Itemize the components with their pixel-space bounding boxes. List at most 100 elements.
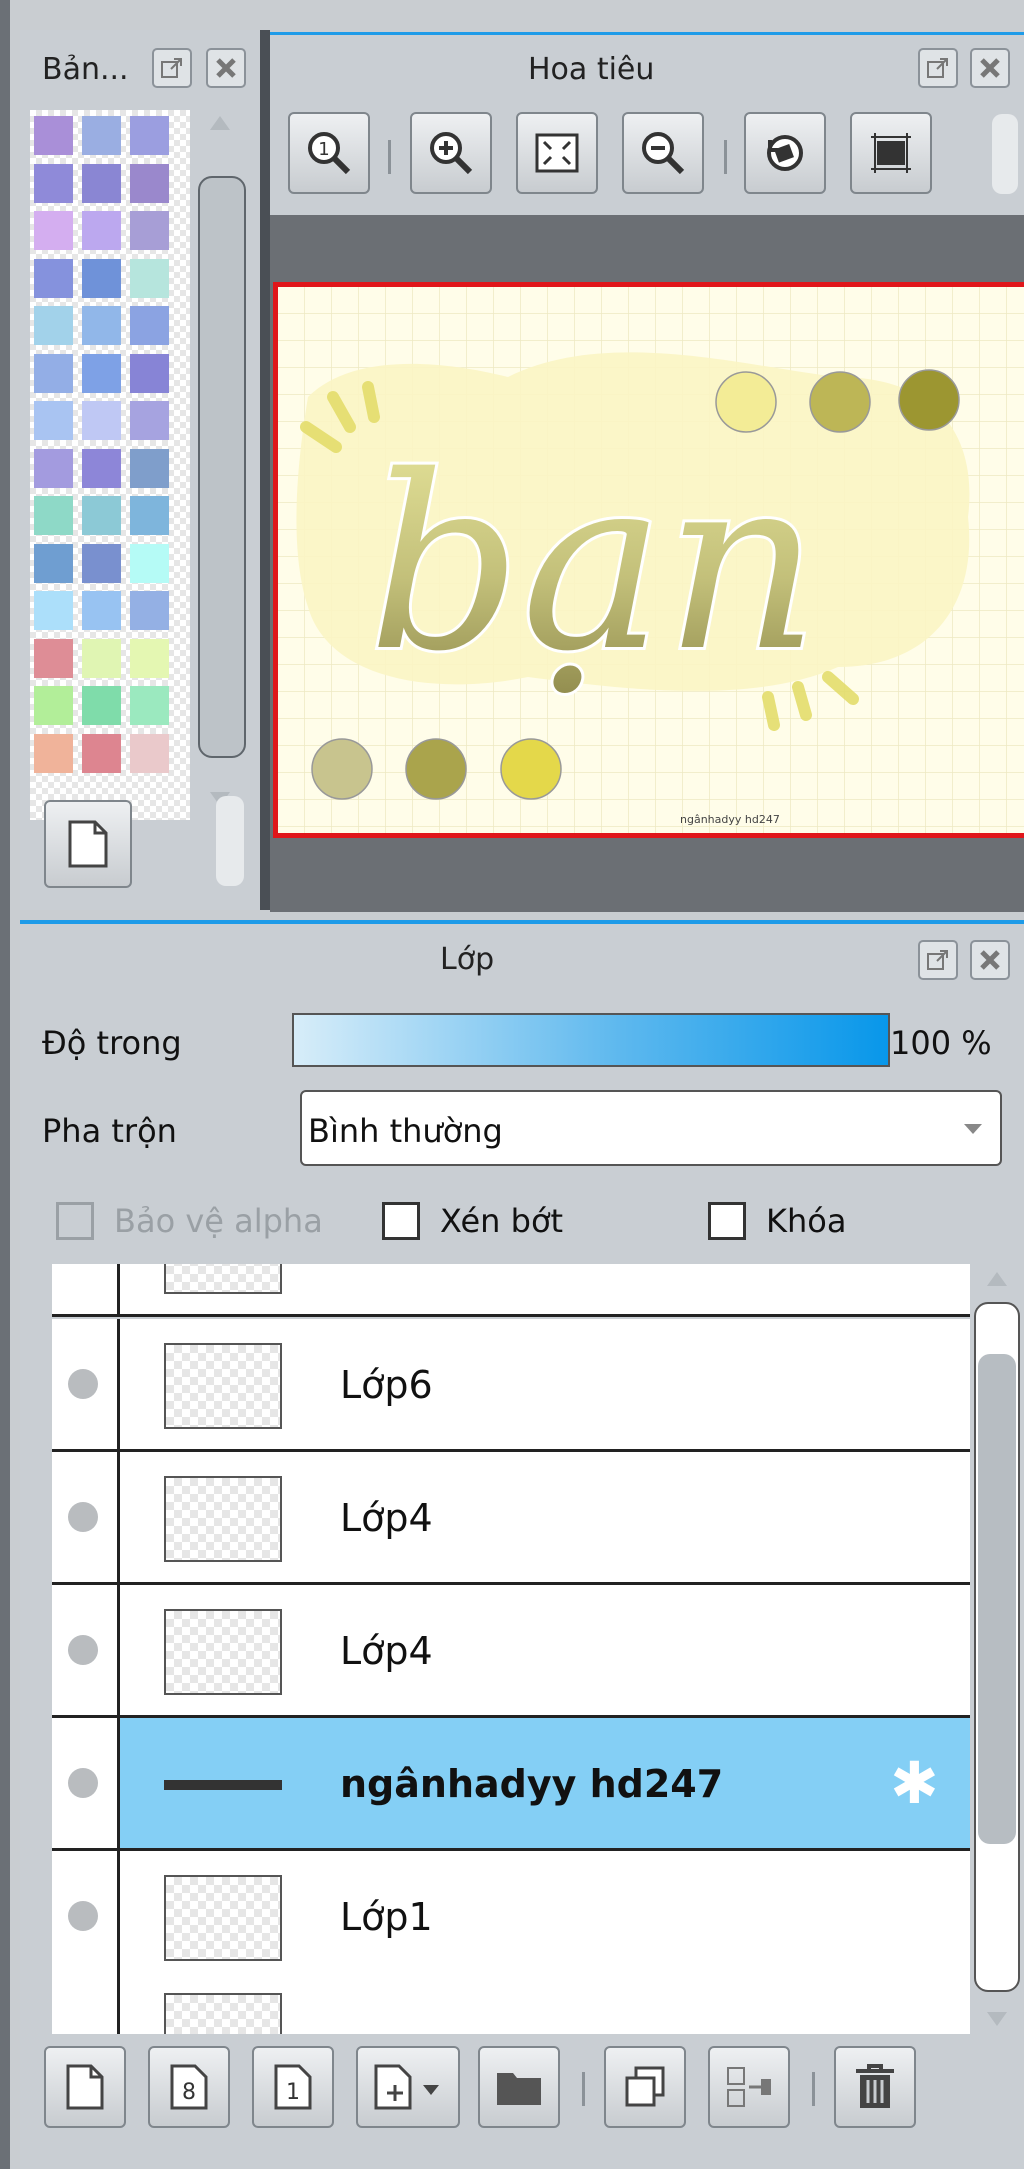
palette-swatch[interactable] [34, 306, 73, 345]
palette-swatch[interactable] [130, 638, 169, 678]
layer-row[interactable]: Lớp1 [52, 1851, 970, 1984]
palette-close-button[interactable] [206, 48, 246, 88]
palette-swatch[interactable] [82, 686, 121, 725]
navigator-close-button[interactable] [970, 48, 1010, 88]
palette-swatch[interactable] [34, 401, 73, 440]
palette-swatch[interactable] [34, 591, 73, 630]
palette-swatch[interactable] [82, 591, 121, 630]
new-layer-icon[interactable] [44, 2046, 126, 2128]
palette-swatch[interactable] [34, 353, 73, 393]
new-folder-icon[interactable] [478, 2046, 560, 2128]
scroll-up-arrow-icon[interactable] [210, 116, 230, 130]
palette-swatch[interactable] [130, 686, 169, 725]
palette-swatch[interactable] [130, 543, 169, 583]
palette-swatch[interactable] [34, 116, 73, 155]
palette-swatch[interactable] [130, 401, 169, 440]
palette-swatch[interactable] [82, 733, 121, 773]
merge-down-icon[interactable] [708, 2046, 790, 2128]
visibility-toggle-icon[interactable] [68, 1901, 98, 1931]
palette-new-button[interactable] [44, 800, 132, 888]
palette-swatch[interactable] [82, 448, 121, 488]
layers-close-button[interactable] [970, 940, 1010, 980]
clipping-checkbox[interactable] [382, 1202, 420, 1240]
navigator-toolbar-scroll[interactable] [992, 114, 1018, 194]
palette-swatch[interactable] [82, 116, 121, 155]
protect-alpha-checkbox[interactable] [56, 1202, 94, 1240]
layer-thumbnail [164, 1264, 282, 1294]
layer-row-partial-bottom[interactable] [52, 1969, 970, 2034]
palette-swatch[interactable] [34, 211, 73, 250]
palette-swatch[interactable] [34, 496, 73, 535]
clipping-label: Xén bớt [440, 1202, 564, 1240]
palette-swatch[interactable] [82, 353, 121, 393]
palette-swatch[interactable] [130, 258, 169, 298]
lock-checkbox[interactable] [708, 1202, 746, 1240]
palette-swatch[interactable] [82, 211, 121, 250]
duplicate-layer-icon[interactable] [604, 2046, 686, 2128]
scroll-up-arrow-icon[interactable] [987, 1272, 1007, 1286]
palette-swatch[interactable] [82, 306, 121, 345]
palette-swatch[interactable] [34, 258, 73, 298]
fit-screen-icon[interactable] [516, 112, 598, 194]
add-layer-menu-icon[interactable] [356, 2046, 460, 2128]
palette-swatch[interactable] [82, 163, 121, 203]
navigator-detach-button[interactable] [918, 48, 958, 88]
palette-swatch[interactable] [34, 543, 73, 583]
opacity-slider[interactable] [292, 1013, 890, 1067]
zoom-in-icon[interactable] [410, 112, 492, 194]
palette-swatch[interactable] [82, 543, 121, 583]
frame-icon[interactable] [850, 112, 932, 194]
delete-layer-icon[interactable] [834, 2046, 916, 2128]
palette-swatch[interactable] [82, 496, 121, 535]
rotate-icon[interactable] [744, 112, 826, 194]
palette-swatch[interactable] [82, 401, 121, 440]
palette-swatch[interactable] [130, 733, 169, 773]
layer-row[interactable]: Lớp4 [52, 1585, 970, 1718]
layer-row[interactable]: Lớp6 [52, 1319, 970, 1452]
palette-swatch[interactable] [130, 496, 169, 535]
zoom-100-icon[interactable]: 1 [288, 112, 370, 194]
svg-text:1: 1 [286, 2080, 300, 2105]
palette-swatch[interactable] [130, 448, 169, 488]
palette-small-scroll[interactable] [216, 796, 244, 886]
canvas-preview[interactable]: bạn ngânhadyy hd247 [273, 282, 1024, 838]
palette-swatch[interactable] [34, 163, 73, 203]
visibility-toggle-icon[interactable] [68, 1369, 98, 1399]
layers-detach-button[interactable] [918, 940, 958, 980]
layer-row-partial-top[interactable] [52, 1264, 970, 1317]
layer-row[interactable]: Lớp4 [52, 1452, 970, 1585]
visibility-toggle-icon[interactable] [68, 1768, 98, 1798]
layer-row[interactable]: ngânhadyy hd247 ✱ [52, 1718, 970, 1851]
palette-swatch[interactable] [34, 686, 73, 725]
gear-icon[interactable]: ✱ [890, 1748, 939, 1818]
palette-swatch[interactable] [130, 116, 169, 155]
palette-swatch[interactable] [130, 353, 169, 393]
layer-list: Lớp6 Lớp4 Lớp4 ngânhadyy hd247 ✱ Lớp1 [20, 1264, 1024, 2034]
visibility-toggle-icon[interactable] [68, 1502, 98, 1532]
blend-mode-select[interactable]: Bình thường [300, 1090, 1002, 1166]
palette-swatch[interactable] [82, 638, 121, 678]
layer-scroll-thumb[interactable] [978, 1354, 1016, 1844]
navigator-title: Hoa tiêu [528, 52, 655, 87]
layer-thumbnail [164, 1875, 282, 1961]
palette-swatch[interactable] [130, 306, 169, 345]
layer-scrollbar[interactable] [970, 1264, 1024, 2034]
palette-scroll-thumb[interactable] [198, 176, 246, 758]
palette-swatch[interactable] [130, 163, 169, 203]
scroll-down-arrow-icon[interactable] [987, 2012, 1007, 2026]
new-1bit-layer-icon[interactable]: 1 [252, 2046, 334, 2128]
palette-swatch[interactable] [82, 258, 121, 298]
zoom-out-icon[interactable] [622, 112, 704, 194]
palette-scrollbar[interactable] [188, 110, 254, 820]
protect-alpha-label: Bảo vệ alpha [114, 1202, 323, 1240]
visibility-toggle-icon[interactable] [68, 1635, 98, 1665]
opacity-label: Độ trong [42, 1024, 182, 1062]
new-8bit-layer-icon[interactable]: 8 [148, 2046, 230, 2128]
layer-scroll-track[interactable] [974, 1302, 1020, 1992]
palette-swatch[interactable] [130, 211, 169, 250]
palette-detach-button[interactable] [152, 48, 192, 88]
palette-swatch[interactable] [130, 591, 169, 630]
palette-swatch[interactable] [34, 733, 73, 773]
palette-swatch[interactable] [34, 638, 73, 678]
palette-swatch[interactable] [34, 448, 73, 488]
